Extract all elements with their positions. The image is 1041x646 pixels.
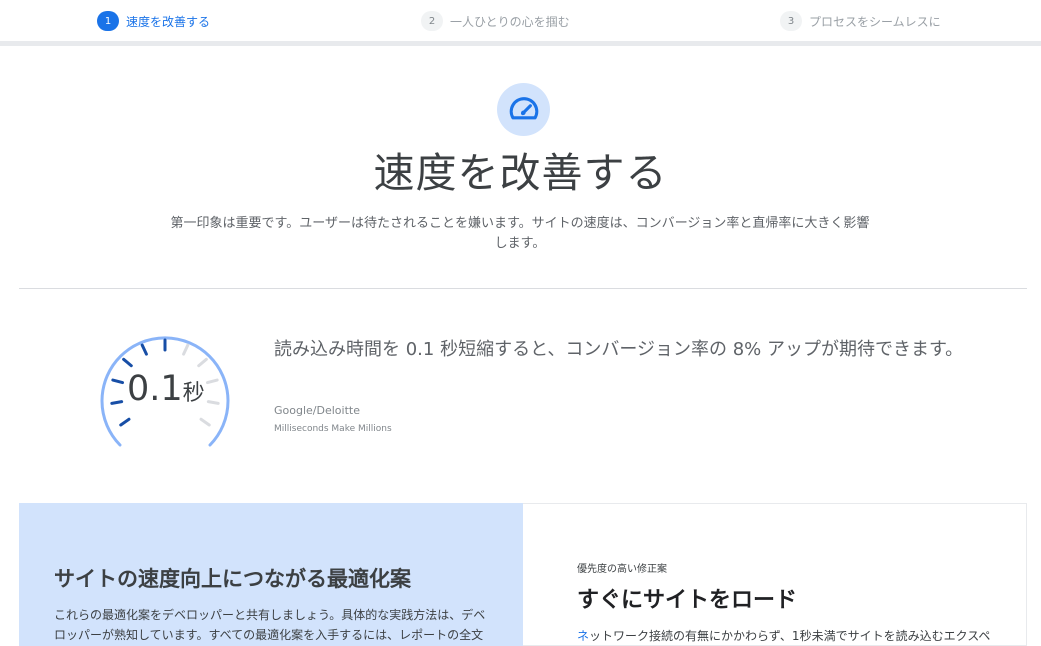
gauge-tick <box>206 378 219 385</box>
step-number: 3 <box>780 11 802 31</box>
gauge-tick <box>110 400 124 405</box>
stepper-divider <box>0 41 1041 46</box>
stat-source: Google/Deloitte <box>274 404 360 417</box>
priority-fix-description: ネットワーク接続の有無にかかわらず、1秒未満でサイトを読み込むエクスペ <box>577 629 991 643</box>
priority-fix-eyebrow: 優先度の高い修正案 <box>577 564 667 575</box>
step-label: 速度を改善する <box>126 14 211 29</box>
gauge-tick <box>182 343 190 356</box>
step-3-seamless-process[interactable]: 3 プロセスをシームレスに <box>780 10 941 32</box>
step-number: 1 <box>97 11 119 31</box>
priority-fix-title: すぐにサイトをロード <box>577 588 798 613</box>
step-2-engage-users[interactable]: 2 一人ひとりの心を掴む <box>421 10 570 32</box>
step-label: 一人ひとりの心を掴む <box>450 14 570 29</box>
stat-source-title: Milliseconds Make Millions <box>274 424 392 434</box>
section-divider <box>19 288 1027 289</box>
gauge-value: 0.1秒 <box>127 369 205 409</box>
load-time-gauge: 0.1秒 <box>95 327 235 452</box>
page-title: 速度を改善する <box>373 149 668 197</box>
progress-stepper: 1 速度を改善する 2 一人ひとりの心を掴む 3 プロセスをシームレスに <box>0 0 1041 41</box>
gauge-tick <box>206 400 220 405</box>
gauge-tick <box>119 417 131 427</box>
optimization-card: サイトの速度向上につながる最適化案 これらの最適化案をデベロッパーと共有しましょ… <box>19 503 523 646</box>
gauge-tick <box>199 417 211 427</box>
optimization-card-title: サイトの速度向上につながる最適化案 <box>54 567 411 591</box>
priority-fix-card: 優先度の高い修正案 すぐにサイトをロード ネットワーク接続の有無にかかわらず、1… <box>523 503 1027 646</box>
hero-description: 第一印象は重要です。ユーザーは待たされることを嫌います。サイトの速度は、コンバー… <box>170 216 870 251</box>
gauge-tick <box>197 357 208 368</box>
step-number: 2 <box>421 11 443 31</box>
step-1-improve-speed[interactable]: 1 速度を改善する <box>97 10 210 32</box>
network-link[interactable]: ネ <box>577 629 589 643</box>
gauge-tick <box>140 343 148 356</box>
speedometer-icon <box>497 83 550 136</box>
gauge-tick <box>122 357 133 368</box>
gauge-tick <box>111 378 124 385</box>
step-label: プロセスをシームレスに <box>809 14 941 29</box>
stat-statement: 読み込み時間を 0.1 秒短縮すると、コンバージョン率の 8% アップが期待でき… <box>274 339 964 360</box>
optimization-card-description: これらの最適化案をデベロッパーと共有しましょう。具体的な実践方法は、デベロッパー… <box>54 608 486 642</box>
